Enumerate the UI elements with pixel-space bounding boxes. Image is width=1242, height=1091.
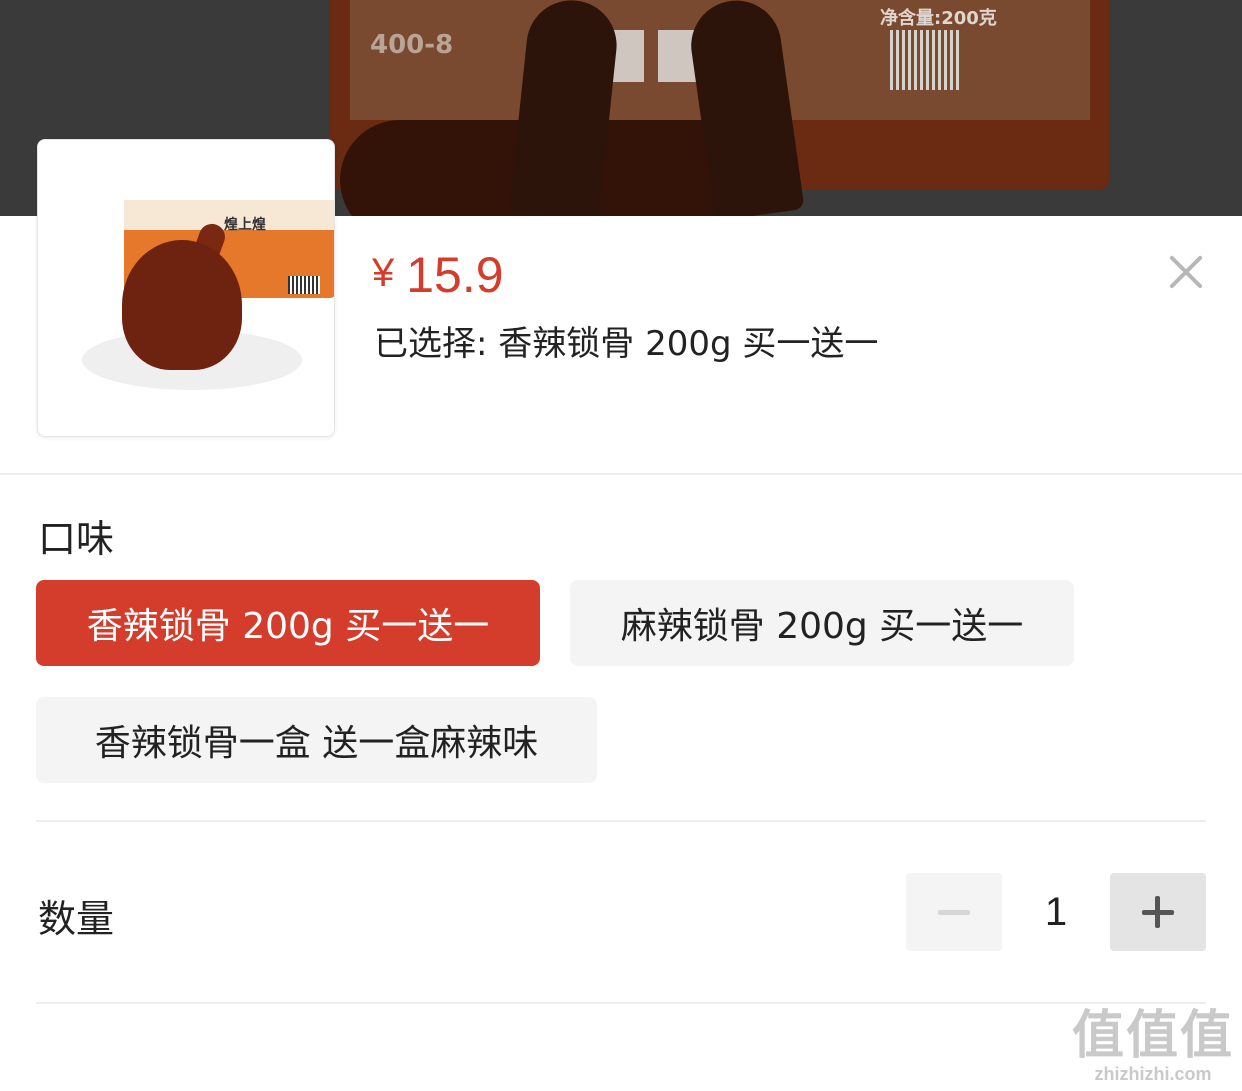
product-thumbnail[interactable]: 煌上煌 — [37, 139, 335, 437]
quantity-increase-button[interactable] — [1110, 873, 1206, 951]
flavor-option-spicy-box[interactable]: 香辣锁骨一盒 送一盒麻辣味 — [36, 697, 597, 783]
thumbnail-duck — [122, 240, 242, 370]
flavor-option-spicy-200g[interactable]: 香辣锁骨 200g 买一送一 — [36, 580, 540, 666]
flavor-title: 口味 — [38, 517, 115, 561]
quantity-value[interactable]: 1 — [1004, 873, 1108, 951]
close-icon[interactable] — [1164, 250, 1208, 294]
watermark: 值值值 zhizhizhi.com — [1072, 1008, 1234, 1085]
quantity-decrease-button[interactable] — [906, 873, 1002, 951]
divider — [36, 820, 1206, 822]
thumbnail-barcode — [288, 276, 320, 294]
product-price: ¥15.9 — [372, 246, 504, 304]
banner-barcode — [890, 30, 960, 90]
flavor-option-mala-200g[interactable]: 麻辣锁骨 200g 买一送一 — [570, 580, 1074, 666]
watermark-site: zhizhizhi.com — [1094, 1064, 1212, 1084]
minus-icon — [938, 910, 970, 915]
thumbnail-brand-logo: 煌上煌 — [224, 217, 266, 233]
quantity-title: 数量 — [38, 897, 115, 941]
plus-icon-vertical — [1155, 896, 1160, 928]
banner-net-weight: 净含量:200克 — [880, 8, 997, 29]
divider — [36, 1002, 1206, 1004]
watermark-logo: 值值值 — [1071, 1007, 1234, 1065]
divider — [0, 473, 1242, 475]
selected-sku-text: 已选择: 香辣锁骨 200g 买一送一 — [374, 324, 879, 364]
price-value: 15.9 — [406, 247, 504, 303]
banner-hotline: 400-8 — [370, 30, 454, 60]
currency-symbol: ¥ — [372, 251, 395, 295]
